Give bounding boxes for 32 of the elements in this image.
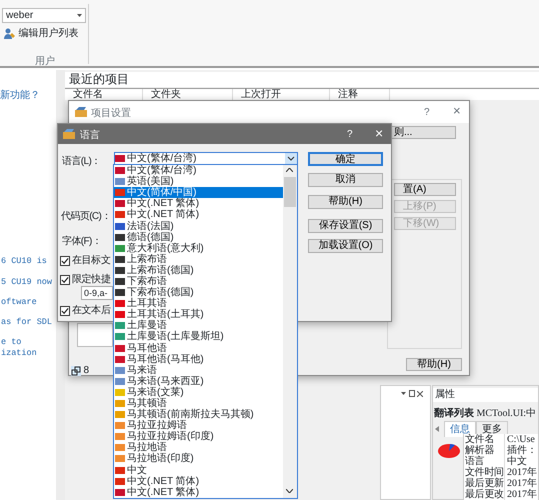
field-label: 语言(L)： <box>62 154 101 169</box>
property-value: 插件： <box>506 445 537 456</box>
item-count: 8 <box>84 364 90 378</box>
news-text: e to <box>1 337 22 348</box>
property-value: 中文 <box>506 456 527 467</box>
property-name: 文件名 <box>464 434 505 445</box>
property-name: 最后更新 <box>464 478 505 489</box>
news-text: oftware <box>1 297 37 308</box>
panel-heading: 翻译列表 <box>434 406 474 421</box>
field-label: 字体(F)： <box>62 234 102 249</box>
field-label: 代码页(C)： <box>61 210 111 224</box>
news-text: 5 CU19 now <box>1 277 52 288</box>
property-value: 2017年 <box>506 489 537 500</box>
news-text: 6 CU10 is <box>1 256 47 267</box>
property-name: 文件时间 <box>464 467 505 478</box>
window-title: 项目设置 <box>91 106 131 121</box>
property-name: 语言 <box>464 456 505 467</box>
checkbox-label: 限定快捷 <box>72 272 110 287</box>
window-title: 语言 <box>80 128 100 143</box>
panel-title: 属性 <box>433 388 538 402</box>
checkbox-label: 在目标文 <box>72 254 110 268</box>
property-value: 2017年 <box>506 467 537 478</box>
property-name: 解析器 <box>464 445 505 456</box>
property-name: 最后更改 <box>464 489 505 500</box>
checkbox-label: 在文本后 <box>72 304 110 318</box>
panel-subject: MCTool.UI:中 <box>476 406 536 421</box>
property-value: C:\Use <box>506 434 535 445</box>
news-text: ization <box>1 348 37 359</box>
section-header: 最近的项目 <box>65 72 539 87</box>
property-value: 2017年 <box>506 478 537 489</box>
news-text: as for SDL <box>1 317 52 328</box>
ribbon-group-label: 用户 <box>35 54 55 69</box>
